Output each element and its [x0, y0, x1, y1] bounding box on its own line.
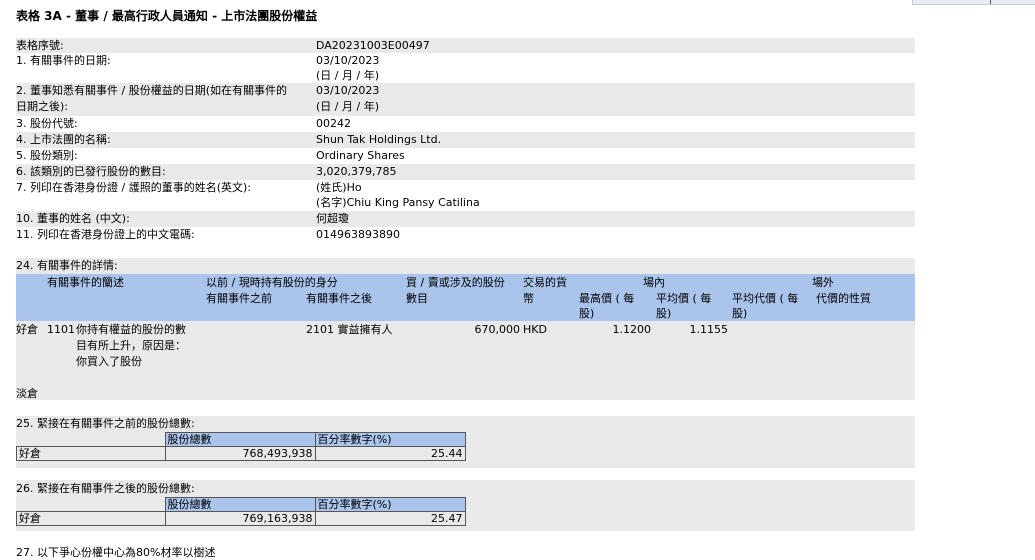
info-value-cont: (名字)Chiu King Pansy Catilina — [316, 196, 480, 209]
info-value: 03/10/2023 — [316, 54, 380, 67]
row-event-desc: 你持有權益的股份的數 — [76, 323, 186, 336]
info-label: 1. 有關事件的日期: — [16, 54, 111, 67]
info-label: 5. 股份類別: — [16, 149, 78, 162]
col-percentage: 百分率數字(%) — [314, 497, 466, 512]
total-shares-value: 768,493,938 — [164, 446, 316, 461]
header-shares: 買 / 賣或涉及的股份 — [406, 276, 505, 289]
section-title-26: 26. 緊接在有關事件之後的股份總數: — [16, 482, 195, 495]
row-position-short: 淡倉 — [16, 387, 38, 400]
header-capacity-before: 有關事件之前 — [206, 292, 272, 305]
row-position-long: 好倉 — [16, 323, 38, 336]
section-title-25: 25. 緊接在有關事件之前的股份總數: — [16, 417, 195, 430]
header-currency-cont: 幣 — [523, 292, 534, 305]
table-corner — [17, 433, 166, 447]
info-value: 03/10/2023 — [316, 84, 380, 97]
percentage-value: 25.44 — [314, 446, 466, 461]
row-label-long: 好倉 — [16, 446, 166, 461]
info-label: 4. 上市法團的名稱: — [16, 133, 111, 146]
info-label: 表格序號: — [16, 39, 64, 52]
control-divider — [990, 0, 991, 4]
row-high-price: 1.1200 — [612, 323, 652, 336]
header-avg-price: 平均價 ( 每 — [656, 292, 712, 305]
info-row-director-name-en: 7. 列印在香港身份證 / 護照的董事的姓名(英文): (姓氏)Ho (名字)C… — [16, 180, 915, 211]
header-high-price-cont: 股) — [579, 307, 595, 320]
section-title-24: 24. 有關事件的詳情: — [16, 259, 118, 272]
header-description: 有關事件的籣述 — [47, 276, 124, 289]
info-label: 3. 股份代號: — [16, 117, 78, 130]
info-row-corp-name: 4. 上市法團的名稱: Shun Tak Holdings Ltd. — [16, 132, 915, 148]
row-shares: 670,000 — [474, 323, 521, 336]
header-capacity-after: 有關事件之後 — [306, 292, 372, 305]
header-off-avg: 平均代價 ( 每 — [732, 292, 799, 305]
header-capacity: 以前 / 現時持有股份的身分 — [206, 276, 338, 289]
info-value: 00242 — [316, 117, 351, 130]
info-label: 10. 董事的姓名 (中文): — [16, 212, 130, 225]
info-label: 7. 列印在香港身份證 / 護照的董事的姓名(英文): — [16, 181, 251, 194]
row-label-long: 好倉 — [16, 511, 166, 526]
info-label: 6. 該類別的已發行股份的數目: — [16, 165, 166, 178]
top-right-control[interactable] — [912, 0, 1035, 5]
info-value: DA20231003E00497 — [316, 39, 430, 52]
header-avg-price-cont: 股) — [656, 307, 672, 320]
total-before-table: 股份總數 百分率數字(%) 好倉 768,493,938 25.44 — [16, 432, 466, 461]
header-off-avg-cont: 股) — [732, 307, 748, 320]
info-row-form-serial: 表格序號: DA20231003E00497 — [16, 38, 915, 53]
info-value: Shun Tak Holdings Ltd. — [316, 133, 442, 146]
info-label: 2. 董事知悉有關事件 / 股份權益的日期(如在有關事件的 — [16, 84, 287, 97]
row-event-desc-2: 目有所上升，原因是： — [76, 339, 186, 352]
header-shares-cont: 數目 — [406, 292, 428, 305]
info-row-aware-date: 2. 董事知悉有關事件 / 股份權益的日期(如在有關事件的 日期之後): 03/… — [16, 83, 915, 116]
info-value: (姓氏)Ho — [316, 181, 362, 194]
info-value-note: (日 / 月 / 年) — [316, 69, 379, 82]
info-value-note: (日 / 月 / 年) — [316, 100, 379, 113]
header-currency: 交易的貨 — [523, 276, 567, 289]
total-shares-value: 769,163,938 — [164, 511, 316, 526]
header-nature: 代價的性質 — [816, 292, 871, 305]
total-after-table: 股份總數 百分率數字(%) 好倉 769,163,938 25.47 — [16, 497, 466, 526]
row-avg-price: 1.1155 — [689, 323, 729, 336]
info-row-stock-code: 3. 股份代號: 00242 — [16, 116, 915, 131]
col-percentage: 百分率數字(%) — [314, 432, 466, 447]
percentage-value: 25.47 — [314, 511, 466, 526]
header-on-market: 場內 — [643, 276, 665, 289]
header-high-price: 最高價 ( 每 — [579, 292, 635, 305]
page-title: 表格 3A - 董事 / 最高行政人員通知 - 上市法團股份權益 — [16, 9, 318, 23]
info-value: 何超瓊 — [316, 212, 349, 225]
info-value: 014963893890 — [316, 228, 400, 241]
info-label: 11. 列印在香港身份證上的中文電碼: — [16, 228, 195, 241]
info-row-chinese-code: 11. 列印在香港身份證上的中文電碼: 014963893890 — [16, 227, 915, 243]
info-row-issued-shares: 6. 該類別的已發行股份的數目: 3,020,379,785 — [16, 164, 915, 180]
table-corner — [17, 498, 166, 512]
col-total-shares: 股份總數 — [164, 497, 316, 512]
header-off-market: 場外 — [812, 276, 834, 289]
row-event-desc-3: 你買入了股份 — [76, 355, 142, 368]
info-label-cont: 日期之後): — [16, 100, 68, 113]
row-capacity-after: 2101 實益擁有人 — [306, 323, 393, 336]
info-row-share-class: 5. 股份類別: Ordinary Shares — [16, 148, 915, 164]
section-title-27-partial: 27. 以下爭心份權中心為80%材率以樹述 — [16, 546, 216, 559]
info-row-director-name-zh: 10. 董事的姓名 (中文): 何超瓊 — [16, 211, 915, 227]
info-value: 3,020,379,785 — [316, 165, 397, 178]
row-currency: HKD — [523, 323, 547, 336]
row-event-code: 1101 — [47, 323, 75, 336]
info-row-event-date: 1. 有關事件的日期: 03/10/2023 (日 / 月 / 年) — [16, 53, 915, 83]
info-value: Ordinary Shares — [316, 149, 405, 162]
col-total-shares: 股份總數 — [164, 432, 316, 447]
